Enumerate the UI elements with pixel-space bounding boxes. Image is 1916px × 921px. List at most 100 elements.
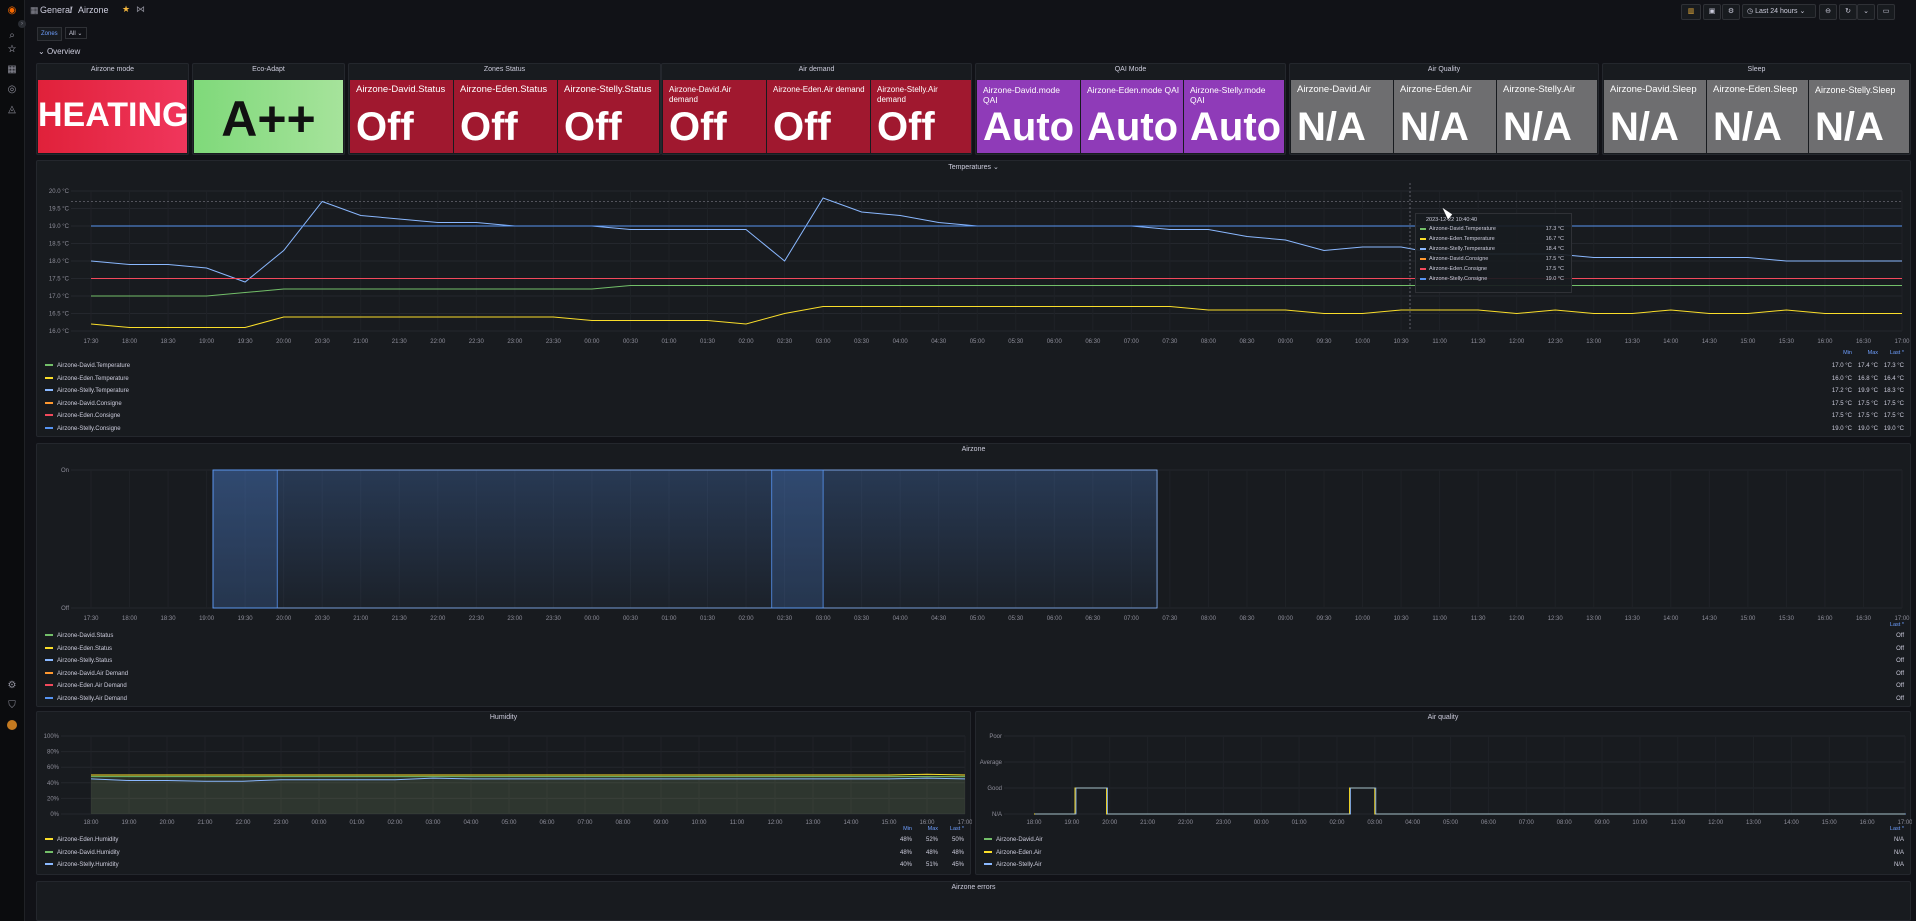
alerting-icon[interactable]: ◬ bbox=[6, 104, 18, 116]
stat-label: Airzone-Eden.Sleep bbox=[1713, 84, 1798, 95]
tooltip-row: Airzone-Stelly.Temperature 18.4 °C bbox=[1420, 246, 1568, 252]
legend-item[interactable]: Airzone-Stelly.Humidity bbox=[45, 860, 119, 870]
zones-variable-select[interactable]: All ⌄ bbox=[65, 27, 87, 39]
legend-item[interactable]: Airzone-Eden.Temperature bbox=[45, 374, 129, 384]
legend-item[interactable]: Airzone-Stelly.Air Demand bbox=[45, 694, 127, 704]
dashboards-icon[interactable]: ▦ bbox=[6, 64, 18, 76]
stat-value: Off bbox=[564, 105, 622, 149]
row-overview[interactable]: ⌄ Overview bbox=[38, 47, 80, 56]
x-tick-label: 21:00 bbox=[353, 616, 369, 622]
legend-item[interactable]: Airzone-Stelly.Status bbox=[45, 656, 112, 666]
stat-label: Airzone-Stelly.Air demand bbox=[877, 85, 938, 104]
x-tick-label: 17:30 bbox=[83, 339, 99, 345]
x-tick-label: 14:00 bbox=[1784, 820, 1800, 826]
legend-item[interactable]: Airzone-Stelly.Air bbox=[984, 860, 1042, 870]
stat-label: Airzone-David.Status bbox=[356, 84, 446, 95]
legend-item[interactable]: Airzone-David.Status bbox=[45, 631, 113, 641]
legend-item[interactable]: Airzone-Stelly.Consigne bbox=[45, 424, 121, 434]
legend-item[interactable]: Airzone-Eden.Humidity bbox=[45, 835, 118, 845]
legend-header: Min Max Last * bbox=[886, 826, 964, 832]
zoom-out-icon[interactable]: ⊖ bbox=[1819, 4, 1837, 20]
tooltip-row: Airzone-Eden.Temperature 16.7 °C bbox=[1420, 236, 1568, 242]
tooltip-value: 16.7 °C bbox=[1545, 236, 1564, 242]
legend-header-max[interactable]: Max bbox=[912, 826, 938, 832]
legend-value: 17.5 °C bbox=[1857, 400, 1878, 407]
legend-value: 45% bbox=[951, 862, 964, 868]
x-tick-label: 05:00 bbox=[970, 616, 986, 622]
zones-status-panel: Zones Status Airzone-David.Status Off Air… bbox=[348, 63, 661, 155]
legend-header-last[interactable]: Last * bbox=[938, 826, 964, 832]
legend-value: N/A bbox=[1893, 862, 1904, 868]
x-tick-label: 14:00 bbox=[843, 820, 859, 826]
on-interval bbox=[212, 469, 1158, 609]
legend-item[interactable]: Airzone-Stelly.Temperature bbox=[45, 386, 129, 396]
star-icon[interactable]: ☆ bbox=[6, 44, 18, 56]
legend-series-name: Airzone-Stelly.Consigne bbox=[57, 425, 121, 432]
legend-header-last[interactable]: Last * bbox=[1878, 622, 1904, 628]
x-tick-label: 00:30 bbox=[623, 616, 639, 622]
legend-header-min[interactable]: Min bbox=[1826, 350, 1852, 356]
legend-item[interactable]: Airzone-Eden.Air Demand bbox=[45, 681, 127, 691]
x-tick-label: 10:00 bbox=[1355, 616, 1371, 622]
legend-header-last[interactable]: Last * bbox=[1878, 350, 1904, 356]
add-panel-icon[interactable]: ▥ bbox=[1681, 4, 1701, 20]
x-tick-label: 18:30 bbox=[161, 339, 177, 345]
y-tick-label: 20.0 °C bbox=[49, 189, 70, 195]
save-icon[interactable]: ▣ bbox=[1703, 4, 1721, 20]
tv-mode-icon[interactable]: ▭ bbox=[1877, 4, 1895, 20]
humidity-chart[interactable]: 0% 20% 40% 60% 80% 100% 18:00 19:00 20:00 21:00 22… bbox=[37, 712, 972, 830]
refresh-interval-dropdown[interactable]: ⌄ bbox=[1857, 4, 1875, 20]
legend-item[interactable]: Airzone-David.Air bbox=[984, 835, 1043, 845]
legend-series-name: Airzone-Eden.Temperature bbox=[57, 375, 129, 382]
grafana-logo-icon[interactable]: ◉ bbox=[6, 5, 18, 17]
legend-value: 17.3 °C bbox=[1883, 363, 1904, 369]
panel-title: Air demand bbox=[798, 66, 835, 73]
legend-header-last[interactable]: Last * bbox=[1878, 826, 1904, 832]
x-tick-label: 09:00 bbox=[1595, 820, 1611, 826]
search-icon[interactable]: ⌕ bbox=[6, 30, 18, 42]
legend-values: N/A bbox=[1878, 848, 1904, 858]
legend-value: 17.5 °C bbox=[1857, 413, 1878, 419]
settings-icon[interactable]: ⚙ bbox=[6, 680, 18, 692]
x-tick-label: 07:30 bbox=[1162, 339, 1178, 345]
avatar[interactable] bbox=[7, 720, 17, 730]
stat-value: N/A bbox=[1713, 105, 1782, 149]
legend-item[interactable]: Airzone-David.Humidity bbox=[45, 848, 120, 858]
tooltip-value: 18.4 °C bbox=[1545, 246, 1564, 252]
x-tick-label: 03:00 bbox=[816, 339, 832, 345]
legend-header-min[interactable]: Min bbox=[886, 826, 912, 832]
legend-series-name: Airzone-David.Air Demand bbox=[57, 670, 129, 677]
x-tick-label: 00:00 bbox=[584, 616, 600, 622]
time-range-picker[interactable]: ◷ Last 24 hours ⌄ bbox=[1742, 4, 1816, 18]
legend-value: 18.3 °C bbox=[1883, 388, 1904, 394]
demand-interval bbox=[212, 469, 278, 609]
chevron-down-icon: ⌄ bbox=[77, 31, 83, 37]
legend-item[interactable]: Airzone-Eden.Status bbox=[45, 644, 112, 654]
explore-icon[interactable]: ◎ bbox=[6, 84, 18, 96]
breadcrumb-folder[interactable]: General bbox=[40, 5, 72, 15]
x-tick-label: 22:30 bbox=[469, 616, 485, 622]
legend-item[interactable]: Airzone-Eden.Air bbox=[984, 848, 1041, 858]
series-swatch bbox=[1420, 267, 1426, 270]
legend-item[interactable]: Airzone-David.Temperature bbox=[45, 361, 130, 371]
legend-item[interactable]: Airzone-David.Air Demand bbox=[45, 669, 128, 679]
gear-icon[interactable]: ⚙ bbox=[1722, 4, 1740, 20]
refresh-icon[interactable]: ↻ bbox=[1839, 4, 1857, 20]
stat-value: Off bbox=[356, 105, 414, 149]
x-tick-label: 21:30 bbox=[392, 616, 408, 622]
legend-values: 48% 48% 48% bbox=[886, 848, 964, 858]
legend-header-max[interactable]: Max bbox=[1852, 350, 1878, 356]
legend-item[interactable]: Airzone-David.Consigne bbox=[45, 399, 122, 409]
shield-icon[interactable]: ⛉ bbox=[6, 700, 18, 712]
page-title[interactable]: Airzone bbox=[78, 5, 109, 15]
x-tick-label: 13:00 bbox=[1746, 820, 1762, 826]
legend-value: Off bbox=[1896, 695, 1904, 702]
temperatures-chart[interactable]: 16.0 °C 16.5 °C 17.0 °C 17.5 °C 18.0 °C 18.5 … bbox=[37, 161, 1912, 361]
airzone-chart[interactable]: Off On 17:30 18:00 18:30 19:00 19:30 20:00 20:30… bbox=[37, 444, 1912, 634]
air-quality-chart[interactable]: N/A Good Average Poor 18:00 19:00 20:00 21:00 22… bbox=[976, 712, 1912, 830]
series-swatch bbox=[45, 414, 53, 417]
star-icon[interactable]: ★ bbox=[122, 4, 130, 15]
legend-item[interactable]: Airzone-Eden.Consigne bbox=[45, 411, 120, 421]
legend-series-name: Airzone-Eden.Status bbox=[57, 645, 113, 652]
share-icon[interactable]: ⋈ bbox=[136, 4, 145, 15]
